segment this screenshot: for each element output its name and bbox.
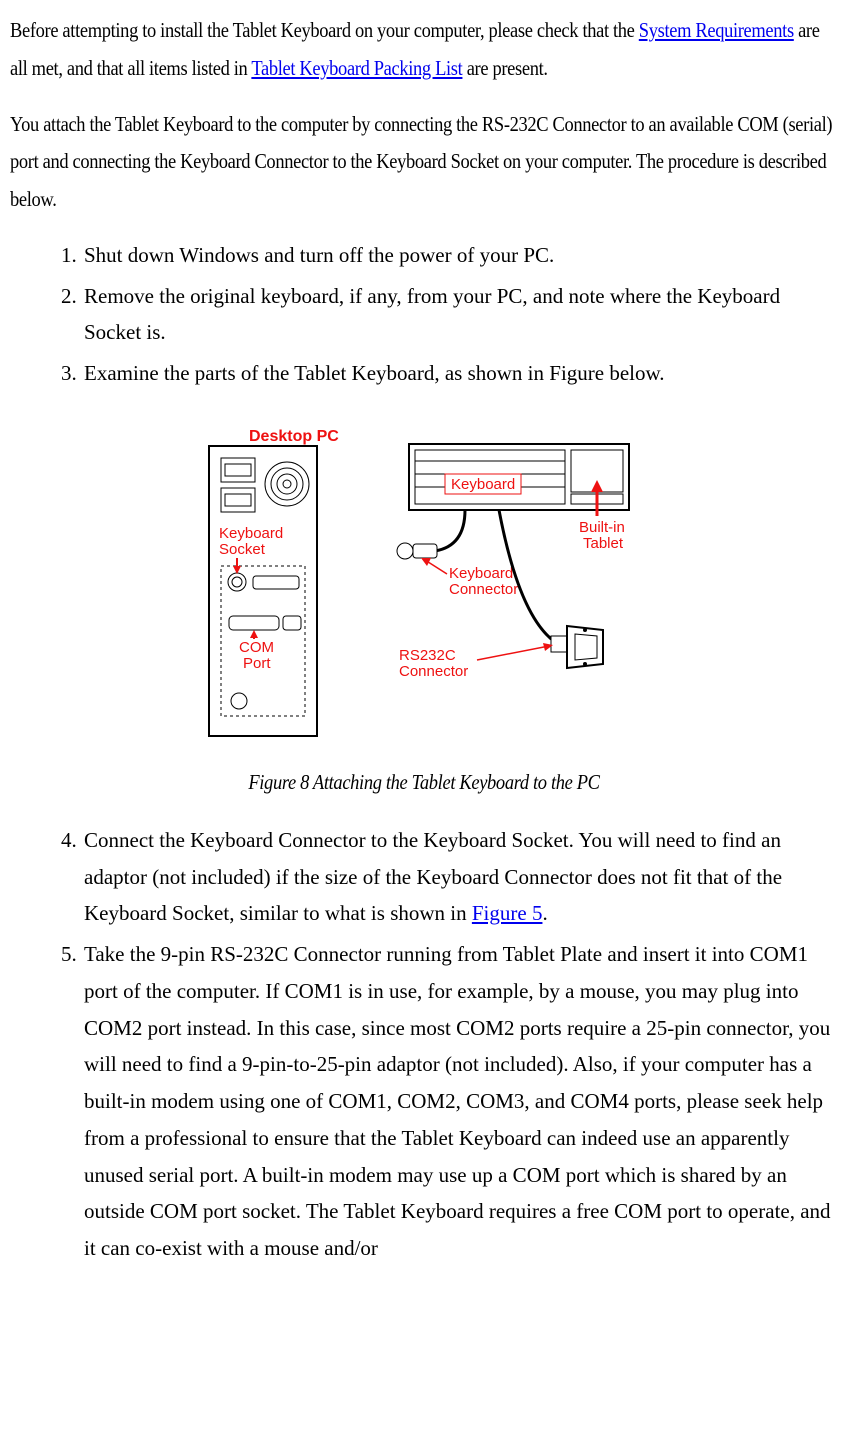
step-4: Connect the Keyboard Connector to the Ke… (82, 822, 838, 932)
label-rs-l2: Connector (399, 663, 468, 680)
text: Connect the Keyboard Connector to the Ke… (84, 828, 782, 926)
label-com-l2: Port (243, 655, 271, 672)
label-desktop-pc: Desktop PC (249, 428, 339, 445)
label-com-l1: COM (239, 639, 274, 656)
step-2: Remove the original keyboard, if any, fr… (82, 278, 838, 352)
figure-caption: Figure 8 Attaching the Tablet Keyboard t… (60, 764, 789, 802)
figure-8: Desktop PC Keyboard Socket COM (10, 416, 838, 746)
step-5: Take the 9-pin RS-232C Connector running… (82, 936, 838, 1267)
steps-list: Shut down Windows and turn off the power… (10, 237, 838, 392)
intro-paragraph-1: Before attempting to install the Tablet … (10, 12, 833, 88)
label-kbconn-l1: Keyboard (449, 565, 513, 582)
intro-paragraph-2: You attach the Tablet Keyboard to the co… (10, 106, 833, 219)
label-rs-l1: RS232C (399, 647, 456, 664)
label-kbconn-l2: Connector (449, 581, 518, 598)
link-system-requirements[interactable]: System Requirements (639, 18, 794, 42)
label-builtin-l2: Tablet (583, 535, 624, 552)
steps-list-cont: Connect the Keyboard Connector to the Ke… (10, 822, 838, 1267)
text: . (542, 901, 547, 925)
diagram-image: Desktop PC Keyboard Socket COM (199, 416, 649, 746)
label-keyboard-socket-l1: Keyboard (219, 525, 283, 542)
step-3: Examine the parts of the Tablet Keyboard… (82, 355, 838, 392)
link-packing-list[interactable]: Tablet Keyboard Packing List (251, 56, 462, 80)
label-keyboard: Keyboard (451, 476, 515, 493)
link-figure-5[interactable]: Figure 5 (472, 901, 543, 925)
label-keyboard-socket-l2: Socket (219, 541, 266, 558)
label-builtin-l1: Built-in (579, 519, 625, 536)
step-1: Shut down Windows and turn off the power… (82, 237, 838, 274)
text: Before attempting to install the Tablet … (10, 18, 639, 42)
text: are present. (462, 56, 547, 80)
